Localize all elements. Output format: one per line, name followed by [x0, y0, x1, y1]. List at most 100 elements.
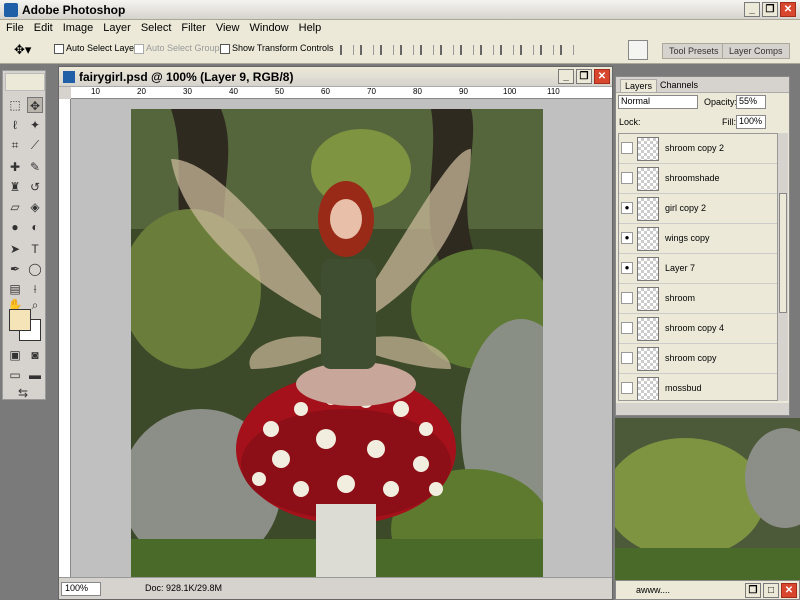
slice-tool-icon[interactable]: ⟋ — [27, 137, 43, 153]
path-selection-tool-icon[interactable]: ➤ — [7, 241, 23, 257]
layer-thumbnail — [637, 377, 659, 400]
tool-presets-tab[interactable]: Tool Presets — [662, 43, 726, 59]
move-tool-icon[interactable]: ✥ — [27, 97, 43, 113]
align-top-icon[interactable] — [340, 45, 354, 55]
distribute-vcenter-icon[interactable] — [480, 45, 494, 55]
align-vcenter-icon[interactable] — [360, 45, 374, 55]
minimized-window[interactable]: awww.... ❐ □ ✕ — [615, 580, 800, 600]
scrollbar-thumb[interactable] — [779, 193, 787, 313]
eraser-tool-icon[interactable]: ▱ — [7, 199, 23, 215]
menu-help[interactable]: Help — [295, 20, 328, 36]
doc-close-button[interactable]: ✕ — [594, 69, 610, 84]
distribute-right-icon[interactable] — [560, 45, 574, 55]
visibility-toggle[interactable] — [621, 322, 633, 334]
paint-bucket-tool-icon[interactable]: ◈ — [27, 199, 43, 215]
standard-mode-icon[interactable]: ▣ — [7, 347, 23, 363]
menu-file[interactable]: File — [2, 20, 30, 36]
minimize-button[interactable]: _ — [744, 2, 760, 17]
magic-wand-tool-icon[interactable]: ✦ — [27, 117, 43, 133]
quick-mask-mode-icon[interactable]: ◙ — [27, 347, 43, 363]
dodge-tool-icon[interactable]: ◐ — [27, 219, 43, 235]
preview-window[interactable] — [615, 418, 800, 580]
close-button[interactable]: ✕ — [781, 583, 797, 598]
align-bottom-icon[interactable] — [380, 45, 394, 55]
align-right-icon[interactable] — [440, 45, 454, 55]
show-transform-controls-checkbox[interactable] — [220, 44, 230, 54]
align-left-icon[interactable] — [400, 45, 414, 55]
visibility-toggle[interactable] — [621, 172, 633, 184]
doc-maximize-button[interactable]: ❐ — [576, 69, 592, 84]
visibility-toggle[interactable] — [621, 382, 633, 394]
jump-to-imageready-icon[interactable]: ⇆ — [15, 385, 31, 401]
visibility-toggle[interactable] — [621, 142, 633, 154]
layer-row[interactable]: shroom copy — [619, 344, 777, 374]
close-button[interactable]: ✕ — [780, 2, 796, 17]
fill-input[interactable]: 100% — [736, 115, 766, 129]
blur-tool-icon[interactable]: ● — [7, 219, 23, 235]
menu-window[interactable]: Window — [246, 20, 295, 36]
layer-row[interactable]: ● Layer 7 — [619, 254, 777, 284]
restore-button[interactable]: ❐ — [745, 583, 761, 598]
distribute-hcenter-icon[interactable] — [540, 45, 554, 55]
maximize-button[interactable]: □ — [763, 583, 779, 598]
crop-tool-icon[interactable]: ⌗ — [7, 137, 23, 153]
options-bar: ✥▾ Auto Select Layer Auto Select Groups … — [0, 36, 800, 64]
status-bar: 100% Doc: 928.1K/29.8M — [59, 577, 612, 599]
auto-select-groups-checkbox[interactable] — [134, 44, 144, 54]
distribute-top-icon[interactable] — [460, 45, 474, 55]
full-screen-mode-icon[interactable]: ▬ — [27, 367, 43, 383]
auto-select-layer-checkbox[interactable] — [54, 44, 64, 54]
blend-mode-select[interactable]: Normal — [618, 95, 698, 109]
move-tool-icon[interactable]: ✥▾ — [14, 42, 31, 58]
visibility-toggle[interactable] — [621, 352, 633, 364]
zoom-level[interactable]: 100% — [61, 582, 101, 596]
eye-icon[interactable]: ● — [621, 262, 633, 274]
tab-channels[interactable]: Channels — [656, 79, 702, 91]
lasso-tool-icon[interactable]: ℓ — [7, 117, 23, 133]
ruler-label: 80 — [413, 87, 422, 96]
layer-row[interactable]: shroomshade — [619, 164, 777, 194]
layer-row[interactable]: ● wings copy — [619, 224, 777, 254]
maximize-button[interactable]: ❐ — [762, 2, 778, 17]
clone-stamp-tool-icon[interactable]: ♜ — [7, 179, 23, 195]
healing-brush-tool-icon[interactable]: ✚ — [7, 159, 23, 175]
layer-row[interactable]: shroom copy 2 — [619, 134, 777, 164]
layer-row[interactable]: ● girl copy 2 — [619, 194, 777, 224]
brushes-palette-icon[interactable] — [628, 40, 648, 60]
layers-scrollbar[interactable] — [778, 133, 788, 401]
foreground-color-swatch[interactable] — [9, 309, 31, 331]
align-buttons — [340, 45, 574, 55]
distribute-left-icon[interactable] — [520, 45, 534, 55]
eye-icon[interactable]: ● — [621, 202, 633, 214]
brush-tool-icon[interactable]: ✎ — [27, 159, 43, 175]
tab-layers[interactable]: Layers — [620, 79, 658, 92]
menu-layer[interactable]: Layer — [99, 20, 137, 36]
notes-tool-icon[interactable]: ▤ — [7, 281, 23, 297]
layer-row[interactable]: shroom copy 4 — [619, 314, 777, 344]
fairy-image[interactable] — [131, 109, 543, 577]
opacity-input[interactable]: 55% — [736, 95, 766, 109]
menu-view[interactable]: View — [212, 20, 246, 36]
doc-minimize-button[interactable]: _ — [558, 69, 574, 84]
eyedropper-tool-icon[interactable]: ⟊ — [27, 281, 43, 297]
document-size[interactable]: Doc: 928.1K/29.8M — [145, 583, 222, 593]
align-hcenter-icon[interactable] — [420, 45, 434, 55]
layer-comps-tab[interactable]: Layer Comps — [722, 43, 790, 59]
menu-image[interactable]: Image — [59, 20, 100, 36]
menu-edit[interactable]: Edit — [30, 20, 59, 36]
screen-mode-icon[interactable]: ▭ — [7, 367, 23, 383]
marquee-tool-icon[interactable]: ⬚ — [7, 97, 23, 113]
layer-row[interactable]: mossbud — [619, 374, 777, 400]
visibility-toggle[interactable] — [621, 292, 633, 304]
eye-icon[interactable]: ● — [621, 232, 633, 244]
distribute-bottom-icon[interactable] — [500, 45, 514, 55]
pen-tool-icon[interactable]: ✒ — [7, 261, 23, 277]
canvas-area[interactable] — [71, 99, 612, 577]
history-brush-tool-icon[interactable]: ↺ — [27, 179, 43, 195]
layer-row[interactable]: shroom — [619, 284, 777, 314]
document-titlebar[interactable]: fairygirl.psd @ 100% (Layer 9, RGB/8) _ … — [59, 67, 612, 87]
shape-tool-icon[interactable]: ◯ — [27, 261, 43, 277]
menu-select[interactable]: Select — [137, 20, 178, 36]
menu-filter[interactable]: Filter — [177, 20, 211, 36]
type-tool-icon[interactable]: T — [27, 241, 43, 257]
